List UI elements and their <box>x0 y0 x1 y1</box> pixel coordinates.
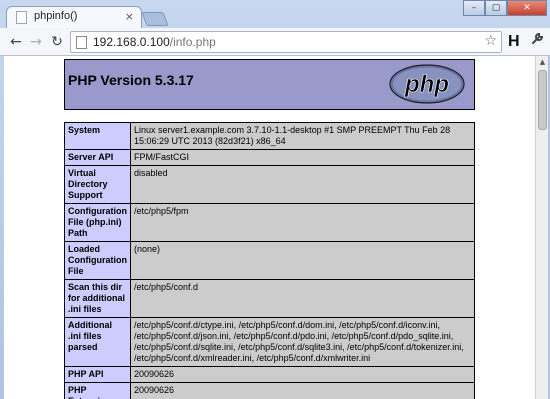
page-title: PHP Version 5.3.17 <box>68 72 194 88</box>
tab-strip: phpinfo() × – ▢ ✕ <box>0 0 550 28</box>
page-favicon-icon <box>16 11 27 24</box>
table-row: System Linux server1.example.com 3.7.10-1… <box>64 122 475 150</box>
row-key: Additional .ini files parsed <box>64 317 131 367</box>
row-key: PHP Extension <box>64 382 131 399</box>
row-value: Linux server1.example.com 3.7.10-1.1-des… <box>130 122 475 150</box>
browser-toolbar: ← → ↻ 192.168.0.100/info.php ☆ H <box>0 28 550 56</box>
tab-phpinfo[interactable]: phpinfo() × <box>6 6 142 28</box>
row-key: Virtual Directory Support <box>64 165 131 204</box>
url-path: /info.php <box>169 35 216 49</box>
window-controls: – ▢ ✕ <box>463 0 547 16</box>
table-row: Loaded Configuration File (none) <box>64 241 475 280</box>
row-key: Scan this dir for additional .ini files <box>64 279 131 318</box>
scroll-thumb[interactable] <box>538 70 547 130</box>
tab-close-icon[interactable]: × <box>125 10 134 23</box>
reload-button[interactable]: ↻ <box>47 33 67 51</box>
page-icon <box>76 36 87 49</box>
close-window-button[interactable]: ✕ <box>507 0 547 16</box>
row-value: (none) <box>130 241 475 280</box>
table-row: Scan this dir for additional .ini files /… <box>64 279 475 318</box>
bookmark-star-icon[interactable]: ☆ <box>484 33 497 49</box>
row-value: /etc/php5/conf.d/ctype.ini, /etc/php5/co… <box>130 317 475 367</box>
tab-title: phpinfo() <box>34 10 78 22</box>
minimize-button[interactable]: – <box>463 0 485 16</box>
row-value: disabled <box>130 165 475 204</box>
new-tab-button[interactable] <box>141 12 169 26</box>
row-key: System <box>64 122 131 150</box>
vertical-scrollbar[interactable]: ▲ <box>535 56 548 399</box>
table-row: Configuration File (php.ini) Path/etc/ph… <box>64 203 475 242</box>
row-value: /etc/php5/fpm <box>130 203 475 242</box>
address-bar[interactable]: 192.168.0.100/info.php ☆ <box>70 31 502 53</box>
back-button[interactable]: ← <box>6 33 26 51</box>
row-value: FPM/FastCGI <box>130 149 475 166</box>
table-row: Additional .ini files parsed/etc/php5/co… <box>64 317 475 367</box>
php-logo-icon: php <box>389 64 465 104</box>
table-row: Server API FPM/FastCGI <box>64 149 475 166</box>
table-row: Virtual Directory Support disabled <box>64 165 475 204</box>
table-row: PHP API 20090626 <box>64 366 475 383</box>
page-viewport[interactable]: PHP Version 5.3.17 php System Linux serve… <box>4 56 535 399</box>
row-value: 20090626 <box>130 366 475 383</box>
wrench-menu-icon[interactable] <box>530 32 544 50</box>
forward-button[interactable]: → <box>26 33 46 51</box>
extension-h-icon[interactable]: H <box>508 33 520 51</box>
row-key: Loaded Configuration File <box>64 241 131 280</box>
maximize-button[interactable]: ▢ <box>485 0 507 16</box>
row-value: /etc/php5/conf.d <box>130 279 475 318</box>
row-key: PHP API <box>64 366 131 383</box>
row-value: 20090626 <box>130 382 475 399</box>
row-key: Configuration File (php.ini) Path <box>64 203 131 242</box>
phpinfo-table: System Linux server1.example.com 3.7.10-1… <box>64 122 475 399</box>
table-row: PHP Extension20090626 <box>64 382 475 399</box>
row-key: Server API <box>64 149 131 166</box>
url-host: 192.168.0.100 <box>93 35 170 49</box>
url-text[interactable]: 192.168.0.100/info.php <box>93 35 216 49</box>
php-logo-text: php <box>404 71 449 98</box>
wrench-icon <box>532 32 544 44</box>
php-version-header: PHP Version 5.3.17 php <box>64 59 475 110</box>
